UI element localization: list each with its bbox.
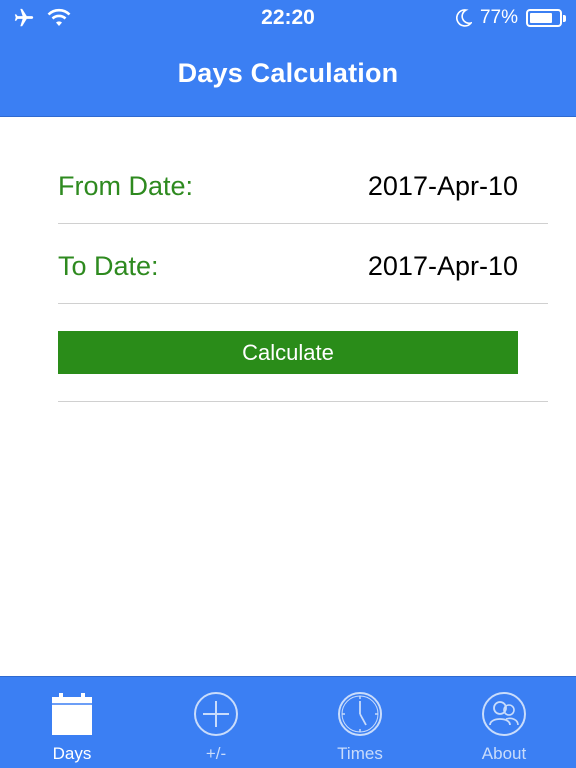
tab-about[interactable]: About [432,677,576,768]
status-right: 77% [456,7,566,29]
to-date-value[interactable]: 2017-Apr-10 [368,251,518,282]
from-date-value[interactable]: 2017-Apr-10 [368,171,518,202]
battery-tip [563,15,566,22]
plus-circle-icon [194,692,238,736]
calendar-icon [52,693,92,735]
status-bar: 22:20 77% [0,0,576,38]
page-title: Days Calculation [177,58,399,88]
calculate-button[interactable]: Calculate [58,331,518,374]
from-date-row[interactable]: From Date: 2017-Apr-10 [58,144,548,224]
tab-times[interactable]: Times [288,677,432,768]
tab-about-label: About [481,744,527,763]
tab-plus-minus[interactable]: +/- [144,677,288,768]
to-date-row[interactable]: To Date: 2017-Apr-10 [58,224,548,304]
clock-icon [338,692,382,736]
header-bar: 22:20 77% Days Calculation [0,0,576,117]
tab-plus-minus-label: +/- [205,744,227,763]
tab-bar: Days +/- Times About [0,676,576,768]
people-icon [482,692,526,736]
moon-icon [456,9,472,27]
divider [58,401,548,402]
screen: 22:20 77% Days Calculation From Date: 20… [0,0,576,768]
tab-days[interactable]: Days [0,677,144,768]
from-date-label: From Date: [58,171,194,201]
battery-percent: 77% [479,7,518,28]
to-date-label: To Date: [58,251,159,281]
tab-times-label: Times [337,744,383,763]
battery-icon [526,9,566,27]
tab-days-label: Days [52,744,92,763]
battery-fill [530,13,552,23]
